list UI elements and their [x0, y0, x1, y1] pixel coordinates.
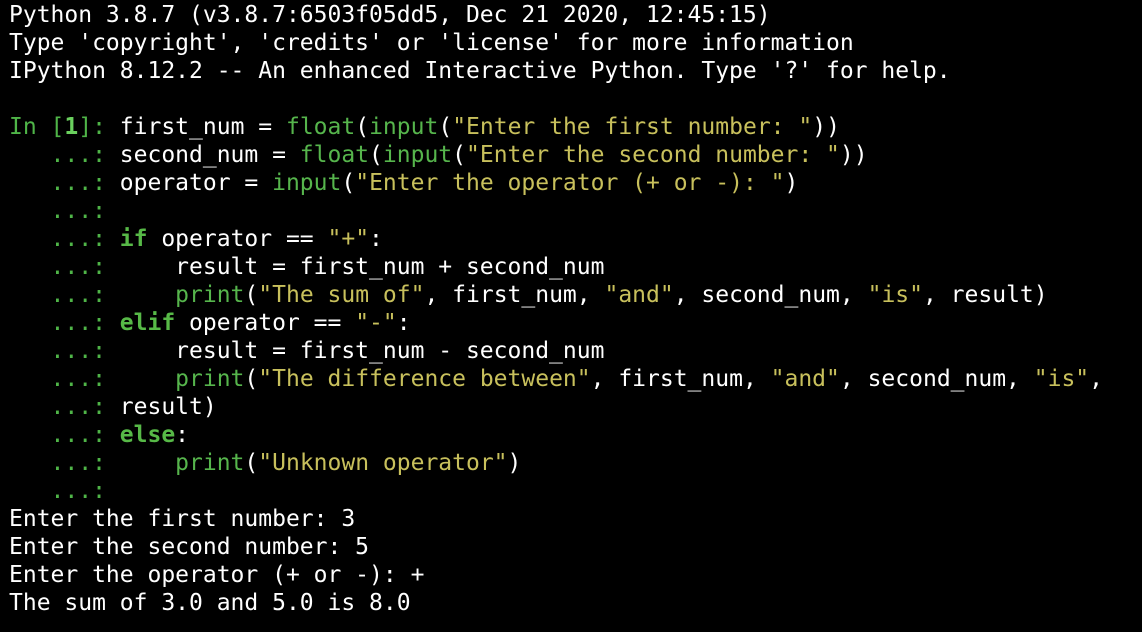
- builtin-name: print: [175, 450, 245, 476]
- code-text: result = first_num - second_num: [119, 338, 605, 364]
- code-text: :: [396, 310, 411, 336]
- builtin-name: input: [369, 114, 439, 140]
- code-line-empty: ...:: [9, 477, 1142, 505]
- code-text: ): [507, 450, 522, 476]
- continuation-prompt: ...:: [9, 338, 120, 364]
- code-text: :: [369, 226, 383, 252]
- continuation-prompt: ...:: [9, 142, 120, 168]
- code-text: result = first_num + second_num: [119, 254, 605, 280]
- continuation-prompt: ...:: [9, 254, 120, 280]
- continuation-prompt: ...:: [9, 422, 120, 448]
- code-text: (: [452, 142, 467, 168]
- code-text: (: [244, 366, 259, 392]
- code-text: operator =: [119, 170, 273, 196]
- continuation-prompt: ...:: [9, 478, 120, 504]
- string-literal: "Enter the second number: ": [466, 142, 840, 168]
- code-text: , second_num,: [673, 282, 868, 308]
- continuation-prompt: ...:: [9, 366, 120, 392]
- code-line: ...: if operator == "+":: [9, 225, 1142, 253]
- code-line-empty: ...:: [9, 197, 1142, 225]
- input-prompt-close: ]:: [78, 114, 120, 140]
- code-text: , first_num,: [424, 282, 605, 308]
- code-line: ...: print("Unknown operator"): [9, 449, 1142, 477]
- string-literal: "Enter the operator (+ or -): ": [355, 170, 785, 196]
- string-literal: "is": [867, 282, 923, 308]
- output-line: The sum of 3.0 and 5.0 is 8.0: [9, 590, 411, 616]
- input-prompt-number: 1: [64, 114, 79, 140]
- string-literal: "+": [327, 226, 370, 252]
- continuation-prompt: ...:: [9, 394, 120, 420]
- builtin-name: input: [272, 170, 342, 196]
- string-literal: "-": [355, 310, 397, 336]
- code-line: ...: print("The difference between", fir…: [9, 365, 1142, 393]
- code-text: , second_num,: [839, 366, 1034, 392]
- builtin-name: input: [382, 142, 453, 168]
- string-literal: "Enter the first number: ": [452, 114, 813, 140]
- banner-line-type: Type 'copyright', 'credits' or 'license'…: [9, 30, 854, 56]
- code-text: (: [355, 114, 370, 140]
- string-literal: "The sum of": [258, 282, 425, 308]
- code-text: :: [175, 422, 190, 448]
- code-text: (: [244, 282, 259, 308]
- builtin-name: float: [299, 142, 370, 168]
- string-literal: "Unknown operator": [258, 450, 508, 476]
- output-line: Enter the first number: 3: [9, 506, 356, 532]
- keyword: if: [119, 226, 148, 252]
- banner-line-ipython: IPython 8.12.2 -- An enhanced Interactiv…: [9, 58, 951, 84]
- code-text: operator ==: [175, 310, 356, 336]
- builtin-name: float: [285, 114, 356, 140]
- code-text: result): [119, 394, 217, 420]
- code-line: ...: result = first_num - second_num: [9, 337, 1142, 365]
- code-text: ): [784, 170, 799, 196]
- continuation-prompt: ...:: [9, 170, 120, 196]
- code-line: ...: result = first_num + second_num: [9, 253, 1142, 281]
- output-line: Enter the operator (+ or -): +: [9, 562, 425, 588]
- string-literal: "and": [770, 366, 840, 392]
- continuation-prompt: ...:: [9, 226, 120, 252]
- code-line: ...: elif operator == "-":: [9, 309, 1142, 337]
- code-text: first_num =: [119, 114, 286, 140]
- code-line: ...: result): [9, 393, 1142, 421]
- builtin-name: print: [175, 366, 245, 392]
- code-text: (: [341, 170, 356, 196]
- code-text: (: [244, 450, 259, 476]
- code-text: )): [812, 114, 840, 140]
- code-text: second_num =: [119, 142, 300, 168]
- builtin-name: print: [175, 282, 245, 308]
- string-literal: "is": [1033, 366, 1090, 392]
- banner-line-python: Python 3.8.7 (v3.8.7:6503f05dd5, Dec 21 …: [9, 2, 771, 28]
- code-text: , first_num,: [590, 366, 771, 392]
- code-line: ...: else:: [9, 421, 1142, 449]
- code-text: ,: [1089, 366, 1104, 392]
- code-text: operator ==: [147, 226, 328, 252]
- continuation-prompt: ...:: [9, 282, 120, 308]
- code-line: ...: operator = input("Enter the operato…: [9, 169, 1142, 197]
- code-line: In [1]: first_num = float(input("Enter t…: [9, 113, 1142, 141]
- code-text: (: [438, 114, 453, 140]
- string-literal: "The difference between": [258, 366, 591, 392]
- code-text: )): [839, 142, 868, 168]
- terminal-window[interactable]: Python 3.8.7 (v3.8.7:6503f05dd5, Dec 21 …: [0, 0, 1142, 632]
- code-text: , result): [922, 282, 1048, 308]
- keyword: elif: [119, 310, 176, 336]
- string-literal: "and": [604, 282, 674, 308]
- continuation-prompt: ...:: [9, 450, 120, 476]
- code-line: ...: second_num = float(input("Enter the…: [9, 141, 1142, 169]
- output-line: Enter the second number: 5: [9, 534, 370, 560]
- code-text: (: [369, 142, 383, 168]
- continuation-prompt: ...:: [9, 310, 120, 336]
- keyword: else: [119, 422, 176, 448]
- code-line: ...: print("The sum of", first_num, "and…: [9, 281, 1142, 309]
- continuation-prompt: ...:: [9, 198, 120, 224]
- input-prompt-label: In [: [9, 114, 65, 140]
